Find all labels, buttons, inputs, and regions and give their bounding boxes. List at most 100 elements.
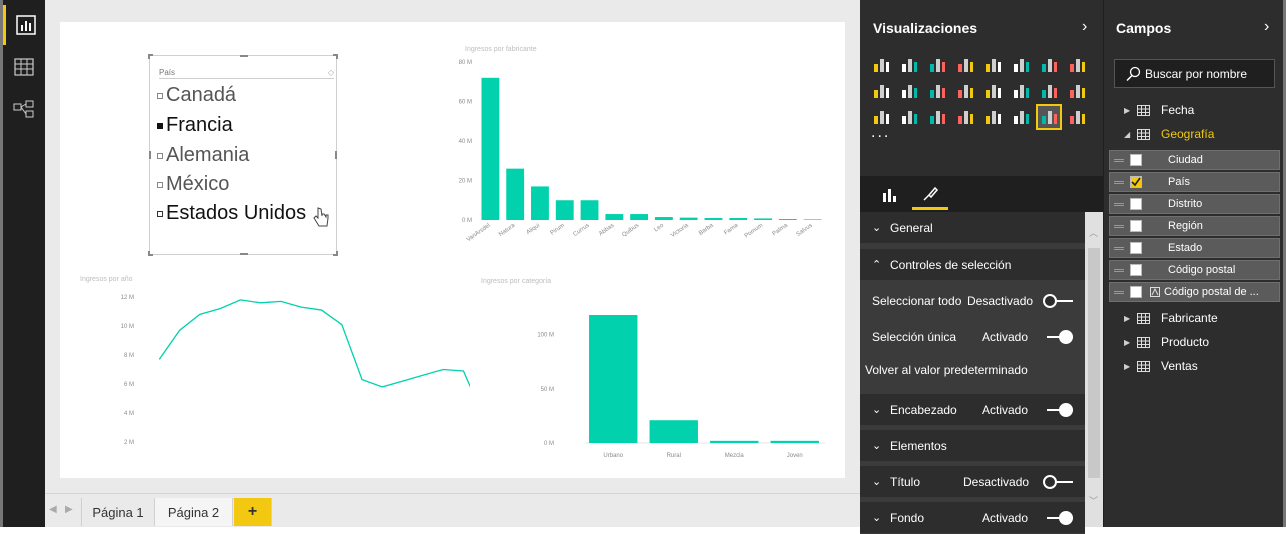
table-node[interactable]: ▶ Fecha (1104, 99, 1286, 121)
chart-title: Ingresos por categoría (481, 278, 552, 285)
section-general[interactable]: ⌄ General (860, 212, 1085, 244)
field-item[interactable]: Código postal (1109, 260, 1280, 280)
field-checkbox[interactable] (1130, 176, 1142, 188)
gauge-icon[interactable] (954, 106, 976, 128)
field-checkbox[interactable] (1130, 198, 1142, 210)
field-checkbox[interactable] (1130, 220, 1142, 232)
slicer-item[interactable]: Canadá (157, 84, 236, 107)
background-toggle[interactable] (1043, 511, 1075, 525)
funnel-icon[interactable] (926, 106, 948, 128)
multi-row-card-icon[interactable] (1010, 106, 1032, 128)
drag-grip-icon[interactable] (1114, 291, 1124, 294)
filled-map-icon[interactable] (1066, 80, 1088, 102)
field-item[interactable]: Código postal de ... (1109, 282, 1280, 302)
drag-grip-icon[interactable] (1114, 181, 1124, 184)
resize-handle[interactable] (148, 54, 153, 59)
field-item[interactable]: Estado (1109, 238, 1280, 258)
y-tick-label: 12 M (121, 295, 134, 301)
slicer-item-label: México (166, 173, 230, 195)
resize-handle[interactable] (148, 251, 153, 256)
line-column-icon[interactable] (898, 80, 920, 102)
format-scrollbar[interactable]: ︿ ﹀ (1085, 212, 1103, 527)
donut-icon[interactable] (1066, 106, 1088, 128)
nav-data-view[interactable] (3, 47, 45, 87)
tab-scroll-right-icon[interactable]: ▶ (65, 504, 73, 515)
tab-pagina-2[interactable]: Página 2 (155, 498, 233, 526)
resize-handle[interactable] (335, 151, 337, 159)
matrix-icon[interactable] (898, 106, 920, 128)
collapse-visualizations-icon[interactable]: › (1082, 18, 1087, 36)
map-icon[interactable] (1038, 80, 1060, 102)
tab-scroll-left-icon[interactable]: ◀ (49, 504, 57, 515)
resize-handle[interactable] (149, 151, 151, 159)
drag-grip-icon[interactable] (1114, 247, 1124, 250)
add-page-button[interactable]: + (234, 498, 272, 526)
single-select-toggle[interactable] (1043, 330, 1075, 344)
collapse-fields-icon[interactable]: › (1264, 18, 1269, 36)
field-item[interactable]: Distrito (1109, 194, 1280, 214)
table-node[interactable]: ▶ Producto (1104, 331, 1286, 353)
field-item[interactable]: Ciudad (1109, 150, 1280, 170)
resize-handle[interactable] (333, 251, 338, 256)
section-items[interactable]: ⌄ Elementos (860, 430, 1085, 462)
stacked-column-icon[interactable] (898, 54, 920, 76)
scatter-icon[interactable] (954, 80, 976, 102)
treemap-icon[interactable] (1010, 80, 1032, 102)
ribbon-icon[interactable] (926, 80, 948, 102)
section-selection-controls[interactable]: ⌃ Controles de selección (860, 249, 1085, 281)
field-checkbox[interactable] (1130, 286, 1142, 298)
100-column-icon[interactable] (1010, 54, 1032, 76)
select-all-toggle[interactable] (1043, 294, 1075, 308)
card-icon[interactable] (982, 106, 1004, 128)
100-bar-icon[interactable] (982, 54, 1004, 76)
line-chart-icon[interactable] (1038, 54, 1060, 76)
revenue-by-year-chart[interactable]: 2 M4 M6 M8 M10 M12 M19982000200220042006… (80, 282, 470, 447)
drag-grip-icon[interactable] (1114, 159, 1124, 162)
search-input[interactable]: Buscar por nombre (1114, 59, 1275, 88)
revenue-by-category-chart[interactable]: 0 M 50 M 100 M Urbano Rural Mezcla Joven (470, 297, 830, 462)
area-chart-icon[interactable] (1066, 54, 1088, 76)
slicer-item[interactable]: Estados Unidos (157, 202, 306, 225)
slicer-item[interactable]: Francia (157, 114, 233, 137)
more-visuals-button[interactable]: ... (871, 124, 890, 142)
eraser-icon[interactable]: ◇ (328, 68, 334, 77)
section-background[interactable]: ⌄ Fondo Activado (860, 502, 1085, 534)
stacked-bar-icon[interactable] (870, 54, 892, 76)
pie-icon[interactable] (982, 80, 1004, 102)
field-checkbox[interactable] (1130, 154, 1142, 166)
drag-grip-icon[interactable] (1114, 203, 1124, 206)
slicer-item[interactable]: México (157, 173, 229, 196)
section-header[interactable]: ⌄ Encabezado Activado (860, 394, 1085, 426)
section-title[interactable]: ⌄ Título Desactivado (860, 466, 1085, 498)
stacked-area-icon[interactable] (870, 80, 892, 102)
resize-handle[interactable] (240, 253, 248, 255)
pais-slicer[interactable]: País ◇ Canadá Francia Alemania México Es… (148, 54, 338, 256)
format-tab[interactable] (912, 180, 948, 210)
field-checkbox[interactable] (1130, 242, 1142, 254)
resize-handle[interactable] (333, 54, 338, 59)
field-item[interactable]: Región (1109, 216, 1280, 236)
reset-default-link[interactable]: Volver al valor predeterminado (860, 355, 1085, 385)
drag-grip-icon[interactable] (1114, 269, 1124, 272)
table-node[interactable]: ▶ Fabricante (1104, 307, 1286, 329)
scroll-thumb[interactable] (1088, 248, 1100, 478)
scroll-up-icon[interactable]: ︿ (1089, 226, 1098, 239)
header-toggle[interactable] (1043, 403, 1075, 417)
nav-report-view[interactable] (3, 5, 45, 45)
field-item[interactable]: País (1109, 172, 1280, 192)
title-toggle[interactable] (1043, 475, 1075, 489)
nav-relationships-view[interactable] (3, 89, 45, 129)
revenue-by-manufacturer-chart[interactable]: 0 M 20 M 40 M 60 M 80 M VanArsdel Natura Aliqui… (450, 56, 830, 252)
clustered-bar-icon[interactable] (926, 54, 948, 76)
slicer-item[interactable]: Alemania (157, 144, 249, 167)
fields-tab[interactable] (872, 180, 908, 210)
drag-grip-icon[interactable] (1114, 225, 1124, 228)
slicer-icon[interactable] (1036, 104, 1062, 130)
table-node[interactable]: ▶ Ventas (1104, 355, 1286, 377)
table-node[interactable]: ◢ Geografía (1104, 123, 1286, 145)
resize-handle[interactable] (240, 55, 248, 57)
tab-pagina-1[interactable]: Página 1 (81, 498, 155, 526)
field-checkbox[interactable] (1130, 264, 1142, 276)
clustered-column-icon[interactable] (954, 54, 976, 76)
scroll-down-icon[interactable]: ﹀ (1089, 494, 1098, 507)
